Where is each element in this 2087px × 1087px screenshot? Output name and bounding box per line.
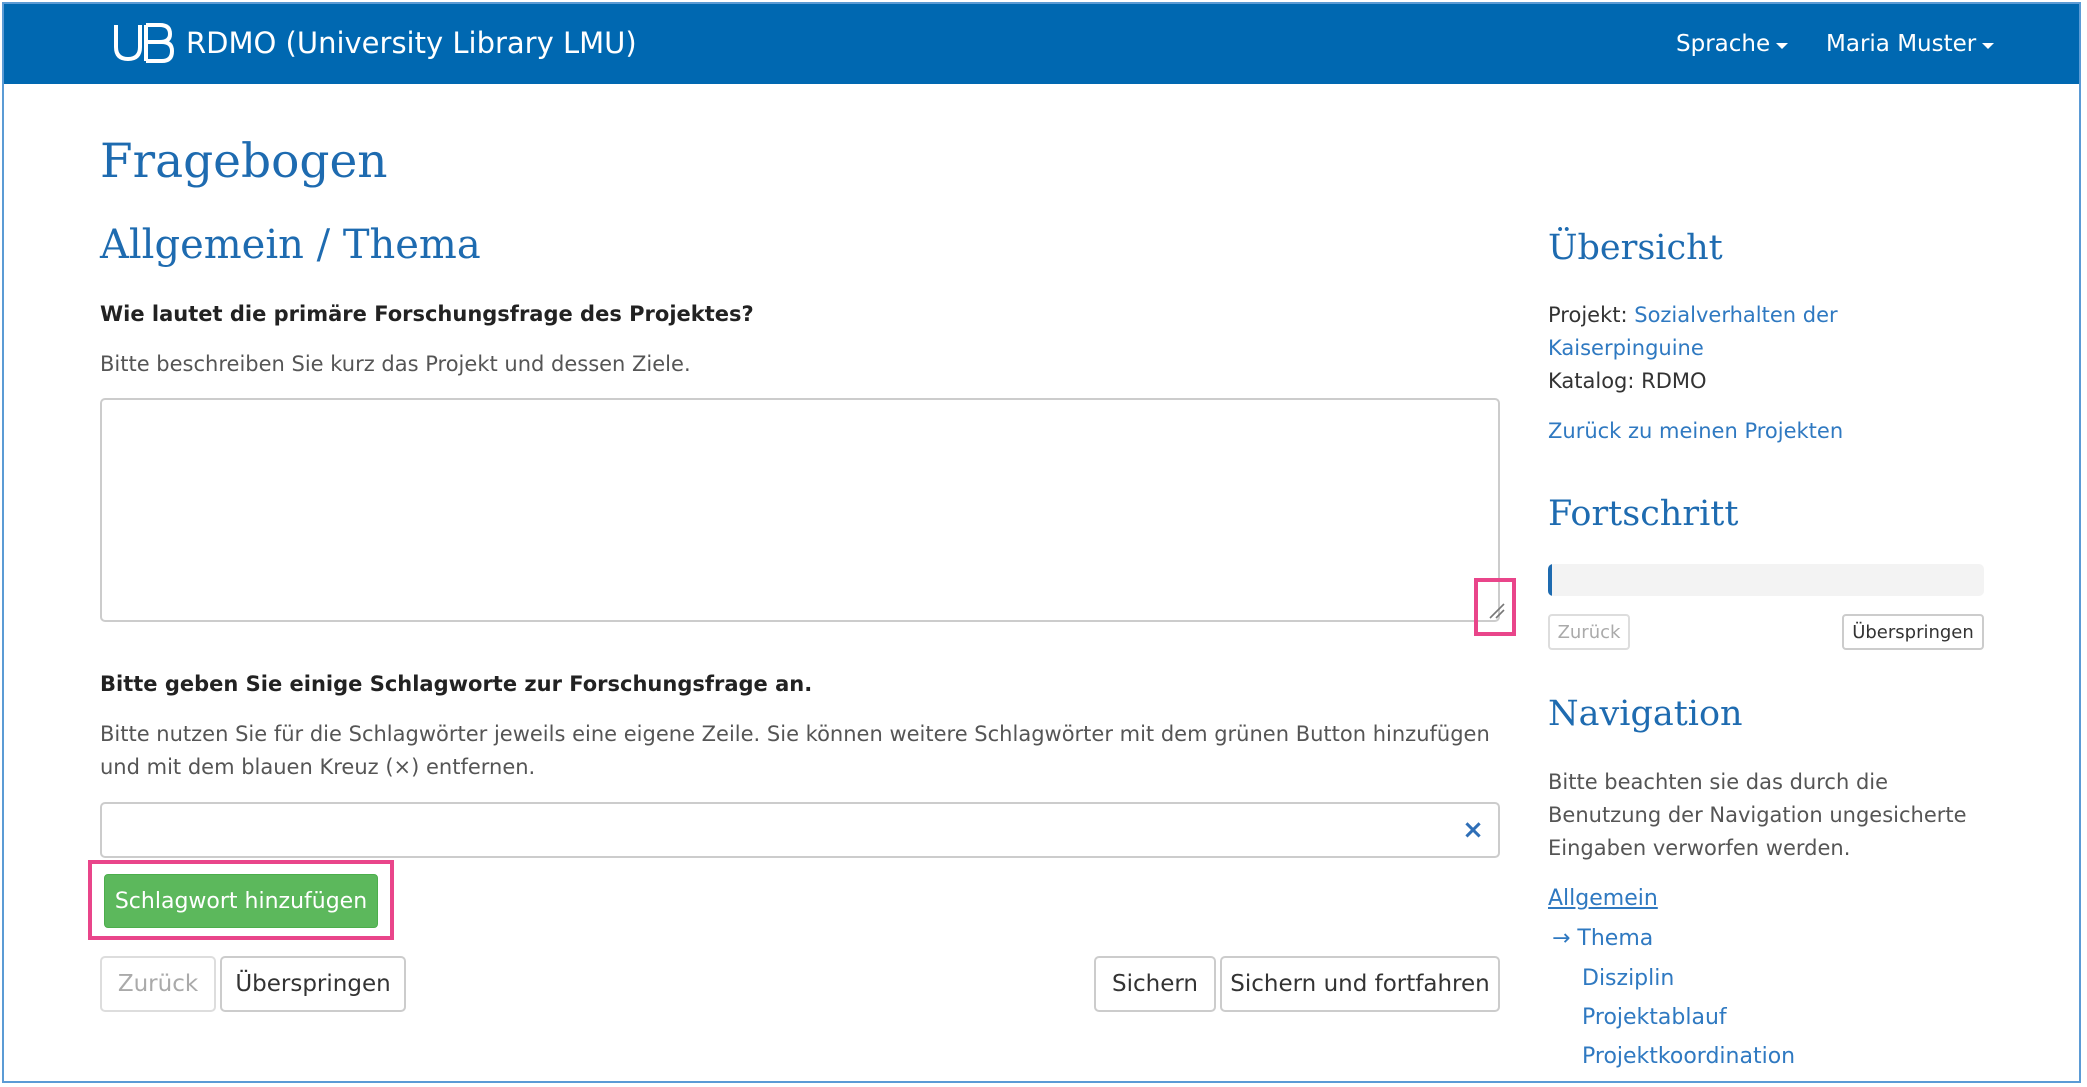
project-link[interactable]: Sozialverhalten der bbox=[1634, 303, 1837, 327]
brand-title: RDMO (University Library LMU) bbox=[186, 26, 637, 60]
user-menu[interactable]: Maria Muster bbox=[1826, 4, 1995, 84]
add-keyword-button[interactable]: Schlagwort hinzufügen bbox=[104, 874, 378, 928]
progress-bar-fill bbox=[1548, 564, 1553, 596]
project-line: Projekt: Sozialverhalten der bbox=[1548, 299, 1988, 332]
brand[interactable]: RDMO (University Library LMU) bbox=[110, 20, 637, 66]
nav-item-projektkoordination[interactable]: Projektkoordination bbox=[1582, 1044, 1795, 1069]
keyword-input[interactable]: × bbox=[100, 802, 1500, 858]
research-question-textarea[interactable] bbox=[100, 398, 1500, 622]
navigation-note-line2: Benutzung der Navigation ungesicherte bbox=[1548, 803, 1967, 827]
remove-keyword-icon[interactable]: × bbox=[1458, 814, 1488, 846]
project-name-line2-wrap: Kaiserpinguine bbox=[1548, 332, 1988, 365]
back-projects-wrap: Zurück zu meinen Projekten bbox=[1548, 415, 1988, 448]
navigation-note-line1: Bitte beachten sie das durch die bbox=[1548, 770, 1889, 794]
language-menu[interactable]: Sprache bbox=[1676, 4, 1789, 84]
section-title: Allgemein / Thema bbox=[100, 222, 481, 268]
back-button[interactable]: Zurück bbox=[100, 956, 216, 1012]
save-continue-button[interactable]: Sichern und fortfahren bbox=[1220, 956, 1500, 1012]
overview-title: Übersicht bbox=[1548, 228, 1723, 268]
question2-help-line2: und mit dem blauen Kreuz (×) entfernen. bbox=[100, 755, 536, 779]
top-navbar: RDMO (University Library LMU) Sprache Ma… bbox=[4, 4, 2079, 84]
question2-label: Bitte geben Sie einige Schlagworte zur F… bbox=[100, 672, 813, 696]
user-menu-label: Maria Muster bbox=[1826, 31, 1977, 57]
nav-item-projektablauf[interactable]: Projektablauf bbox=[1582, 1005, 1727, 1030]
page-title: Fragebogen bbox=[100, 134, 388, 189]
navigation-title: Navigation bbox=[1548, 694, 1743, 734]
progress-back-button[interactable]: Zurück bbox=[1548, 614, 1630, 650]
project-label: Projekt: bbox=[1548, 303, 1628, 327]
add-keyword-highlight: Schlagwort hinzufügen bbox=[88, 860, 394, 940]
resize-handle-highlight[interactable] bbox=[1474, 578, 1516, 636]
skip-button[interactable]: Überspringen bbox=[220, 956, 406, 1012]
back-to-projects-link[interactable]: Zurück zu meinen Projekten bbox=[1548, 419, 1843, 443]
nav-section-allgemein[interactable]: Allgemein bbox=[1548, 886, 1658, 911]
language-menu-label: Sprache bbox=[1676, 31, 1771, 57]
save-button[interactable]: Sichern bbox=[1094, 956, 1216, 1012]
progress-bar bbox=[1548, 564, 1984, 596]
progress-title: Fortschritt bbox=[1548, 494, 1739, 534]
catalog-text: Katalog: RDMO bbox=[1548, 369, 1707, 393]
question1-help: Bitte beschreiben Sie kurz das Projekt u… bbox=[100, 352, 691, 376]
navigation-note-line3: Eingaben verworfen werden. bbox=[1548, 836, 1851, 860]
resize-grip-icon bbox=[1489, 603, 1505, 619]
nav-item-thema[interactable]: → Thema bbox=[1552, 926, 1653, 951]
project-link-line2[interactable]: Kaiserpinguine bbox=[1548, 336, 1704, 360]
nav-item-disziplin[interactable]: Disziplin bbox=[1582, 966, 1674, 991]
app-window: RDMO (University Library LMU) Sprache Ma… bbox=[2, 2, 2081, 1083]
progress-skip-button[interactable]: Überspringen bbox=[1842, 614, 1984, 650]
caret-down-icon bbox=[1982, 42, 1995, 49]
question2-help-line1: Bitte nutzen Sie für die Schlagwörter je… bbox=[100, 722, 1490, 746]
question1-label: Wie lautet die primäre Forschungsfrage d… bbox=[100, 302, 754, 326]
ub-logo-icon bbox=[114, 23, 175, 63]
caret-down-icon bbox=[1776, 42, 1789, 49]
